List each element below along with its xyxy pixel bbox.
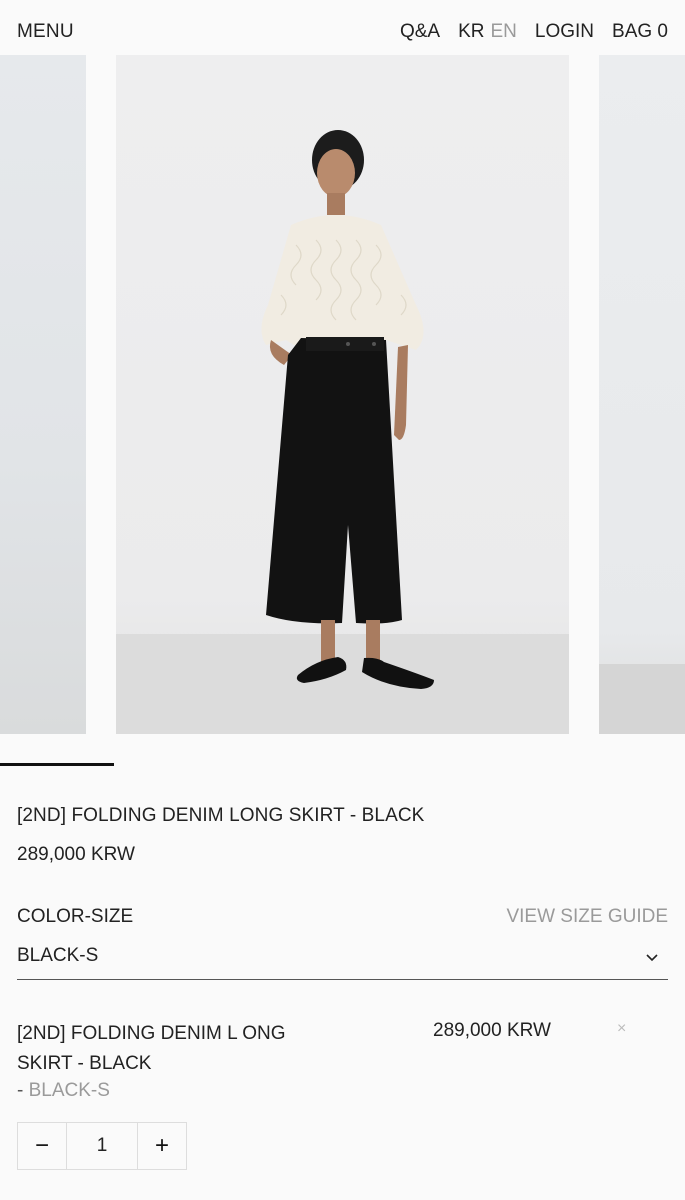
- selected-item-option: - BLACK-S: [17, 1079, 110, 1103]
- selected-option-value: BLACK-S: [17, 945, 99, 966]
- product-price: 289,000 KRW: [17, 844, 135, 865]
- qa-link[interactable]: Q&A: [400, 21, 440, 43]
- product-image[interactable]: [116, 55, 569, 734]
- header-nav: Q&A KR EN LOGIN BAG 0: [400, 21, 668, 43]
- previous-slide-image[interactable]: [0, 55, 86, 734]
- carousel-progress-indicator: [0, 763, 114, 766]
- bag-link[interactable]: BAG 0: [612, 21, 668, 43]
- selected-item-name: [2ND] FOLDING DENIM L ONG SKIRT - BLACK: [17, 1023, 286, 1074]
- color-size-select[interactable]: BLACK-S: [17, 933, 668, 980]
- login-link[interactable]: LOGIN: [535, 21, 594, 43]
- increase-quantity-button[interactable]: +: [138, 1123, 186, 1169]
- chevron-down-icon: [646, 949, 658, 967]
- floor-backdrop: [599, 664, 685, 734]
- decrease-quantity-button[interactable]: −: [18, 1123, 66, 1169]
- quantity-stepper: − 1 +: [17, 1122, 187, 1170]
- close-icon[interactable]: ×: [617, 1020, 626, 1038]
- quantity-input[interactable]: 1: [66, 1123, 138, 1169]
- lang-en-link[interactable]: EN: [490, 21, 516, 43]
- model-illustration: [261, 130, 434, 689]
- lang-kr-link[interactable]: KR: [458, 21, 484, 43]
- product-title: [2ND] FOLDING DENIM LONG SKIRT - BLACK: [17, 805, 425, 826]
- next-slide-image[interactable]: [599, 55, 685, 734]
- selected-item-option-value: BLACK-S: [28, 1080, 110, 1101]
- option-label: COLOR-SIZE: [17, 906, 134, 927]
- size-guide-link[interactable]: VIEW SIZE GUIDE: [506, 906, 668, 928]
- product-image-carousel[interactable]: [0, 55, 685, 734]
- menu-button[interactable]: MENU: [17, 21, 74, 43]
- selected-item-price: 289,000 KRW: [433, 1020, 551, 1041]
- option-dash: -: [17, 1080, 29, 1101]
- header: MENU Q&A KR EN LOGIN BAG 0: [0, 0, 685, 62]
